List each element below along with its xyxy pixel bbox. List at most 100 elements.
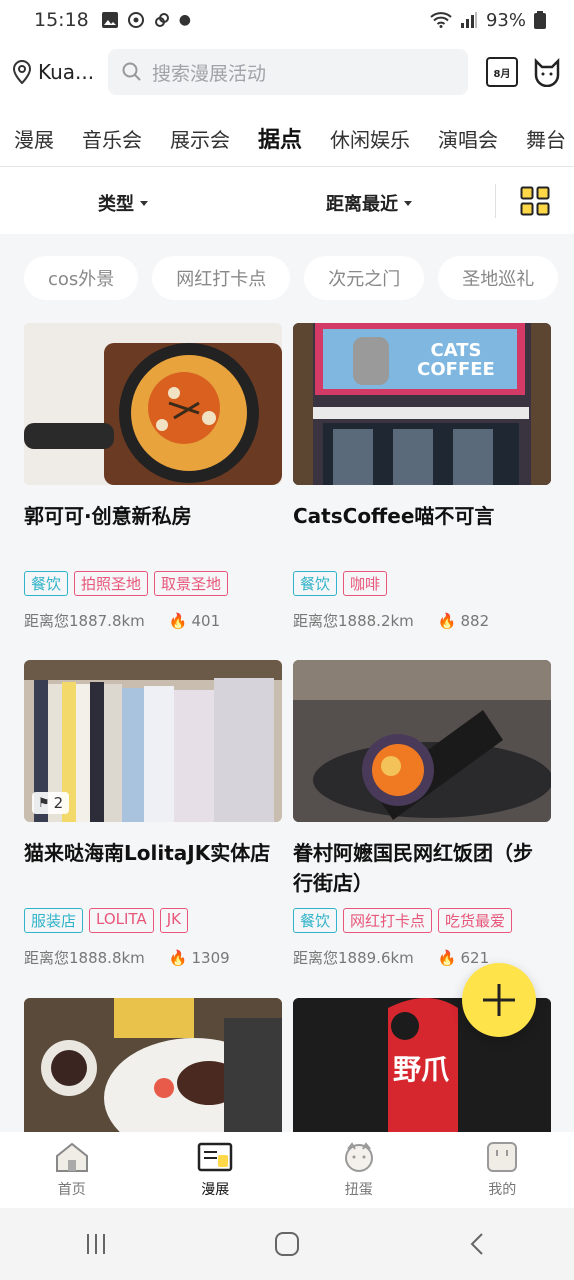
sort-filter[interactable]: 距离最近	[326, 190, 412, 216]
battery-text: 93%	[485, 9, 526, 31]
distance-text: 距离您1888.2km	[293, 612, 414, 630]
status-bar: 15:18 ● 93%	[0, 0, 574, 40]
tab-gacha-label: 扭蛋	[344, 1182, 373, 1198]
tab-home[interactable]: 首页	[0, 1132, 144, 1208]
tab-category-4[interactable]: 休闲娱乐	[316, 124, 424, 153]
spot-card[interactable]: 郭可可·创意新私房 餐饮 拍照圣地 取景圣地 距离您1887.8km 🔥 401	[24, 323, 282, 631]
tab-category-5[interactable]: 演唱会	[424, 124, 512, 153]
grid-view-icon[interactable]	[520, 186, 550, 216]
bottom-tab-bar: 首页 漫展 扭蛋 我的	[0, 1132, 574, 1208]
card-meta: 距离您1888.8km 🔥 1309	[24, 947, 282, 968]
heat-count: 621	[460, 948, 490, 967]
heat-count: 1309	[191, 948, 230, 967]
tag: LOLITA	[89, 908, 154, 933]
tab-category-0[interactable]: 漫展	[0, 124, 68, 153]
gallery-icon	[101, 12, 118, 28]
card-title: 猫来哒海南LolitaJK实体店	[24, 841, 271, 865]
link-icon	[154, 13, 169, 27]
type-filter-label: 类型	[98, 194, 134, 215]
back-icon[interactable]	[465, 1231, 491, 1257]
tab-gacha[interactable]: 扭蛋	[287, 1132, 431, 1208]
chip-3[interactable]: 圣地巡礼	[438, 256, 559, 300]
heat-count: 401	[191, 611, 221, 630]
photo-count-badge: ⚑ 2	[32, 792, 70, 814]
tag: 餐饮	[293, 571, 338, 596]
type-filter[interactable]: 类型	[98, 190, 148, 216]
status-time: 15:18	[34, 9, 89, 31]
tab-category-1[interactable]: 音乐会	[68, 124, 156, 153]
tab-category-6[interactable]: 舞台	[512, 124, 574, 153]
tag: 餐饮	[293, 908, 338, 933]
chip-0[interactable]: cos外景	[24, 256, 139, 300]
card-tags: 餐饮 拍照圣地 取景圣地	[24, 571, 282, 596]
cafe-sign-text: CATS COFFEE	[417, 340, 495, 380]
calendar-icon-label: 8月	[493, 68, 511, 80]
heat-count: 882	[460, 611, 490, 630]
location-selector[interactable]: Kua...	[12, 60, 102, 84]
tab-profile-label: 我的	[488, 1182, 517, 1198]
search-placeholder: 搜索漫展活动	[152, 62, 267, 85]
divider	[0, 166, 574, 167]
fire-icon: 🔥	[437, 948, 457, 967]
spot-card[interactable]	[24, 998, 282, 1132]
card-tags: 服装店 LOLITA JK	[24, 908, 282, 933]
search-input[interactable]: 搜索漫展活动	[108, 49, 468, 95]
card-image: CATS COFFEE	[293, 323, 551, 485]
dot-icon: ●	[178, 12, 191, 28]
calendar-button[interactable]: 8月	[486, 57, 518, 87]
distance-text: 距离您1888.8km	[24, 949, 145, 967]
tag: 服装店	[24, 908, 84, 933]
steak-plate-image	[24, 998, 282, 1132]
food-skillet-image	[24, 323, 282, 485]
fire-icon: 🔥	[168, 948, 188, 967]
home-icon	[55, 1142, 88, 1172]
expo-icon	[198, 1142, 233, 1172]
card-image	[24, 998, 282, 1132]
card-meta: 距离您1887.8km 🔥 401	[24, 610, 282, 631]
sync-icon	[127, 12, 144, 28]
system-nav-bar	[0, 1208, 574, 1280]
card-title: 郭可可·创意新私房	[24, 504, 192, 528]
fire-icon: 🔥	[437, 611, 457, 630]
distance-text: 距离您1889.6km	[293, 949, 414, 967]
logo-text: 野爪	[393, 1053, 450, 1086]
search-icon	[122, 62, 141, 81]
card-image	[293, 660, 551, 822]
recent-apps-icon[interactable]	[83, 1231, 109, 1257]
chip-2[interactable]: 次元之门	[304, 256, 425, 300]
chip-1[interactable]: 网红打卡点	[152, 256, 291, 300]
cat-service-icon[interactable]	[532, 57, 562, 87]
card-meta: 距离您1888.2km 🔥 882	[293, 610, 551, 631]
distance-text: 距离您1887.8km	[24, 612, 145, 630]
plus-icon	[483, 984, 515, 1016]
tag: 拍照圣地	[74, 571, 149, 596]
profile-icon	[487, 1142, 518, 1172]
spot-card[interactable]: CATS COFFEE CatsCoffee喵不可言 餐饮 咖啡 距离您1888…	[293, 323, 551, 631]
location-badge-icon: ⚑	[38, 795, 50, 811]
add-button[interactable]	[462, 963, 536, 1037]
tab-expo[interactable]: 漫展	[144, 1132, 288, 1208]
card-title: CatsCoffee喵不可言	[293, 504, 495, 528]
dropdown-arrow-icon	[404, 200, 412, 206]
tab-profile[interactable]: 我的	[431, 1132, 574, 1208]
signal-icon	[460, 12, 477, 28]
spot-card[interactable]: 眷村阿嬷国民网红饭团（步行街店） 餐饮 网红打卡点 吃货最爱 距离您1889.6…	[293, 660, 551, 968]
fire-icon: 🔥	[168, 611, 188, 630]
card-tags: 餐饮 网红打卡点 吃货最爱	[293, 908, 551, 933]
tab-category-3[interactable]: 据点	[244, 122, 316, 154]
sort-filter-label: 距离最近	[326, 194, 398, 215]
dropdown-arrow-icon	[140, 200, 148, 206]
battery-icon	[534, 11, 546, 29]
location-pin-icon	[12, 60, 32, 84]
spot-card[interactable]: ⚑ 2 猫来哒海南LolitaJK实体店 服装店 LOLITA JK 距离您18…	[24, 660, 282, 968]
top-bar: Kua... 搜索漫展活动 8月	[0, 44, 574, 100]
tab-category-2[interactable]: 展示会	[156, 124, 244, 153]
photo-count: 2	[53, 794, 64, 812]
card-tags: 餐饮 咖啡	[293, 571, 551, 596]
tag: 餐饮	[24, 571, 69, 596]
tag-chips: cos外景 网红打卡点 次元之门 圣地巡礼	[0, 256, 574, 302]
wifi-icon	[430, 12, 452, 28]
home-nav-icon[interactable]	[274, 1231, 300, 1257]
rice-roll-image	[293, 660, 551, 822]
card-image: ⚑ 2	[24, 660, 282, 822]
